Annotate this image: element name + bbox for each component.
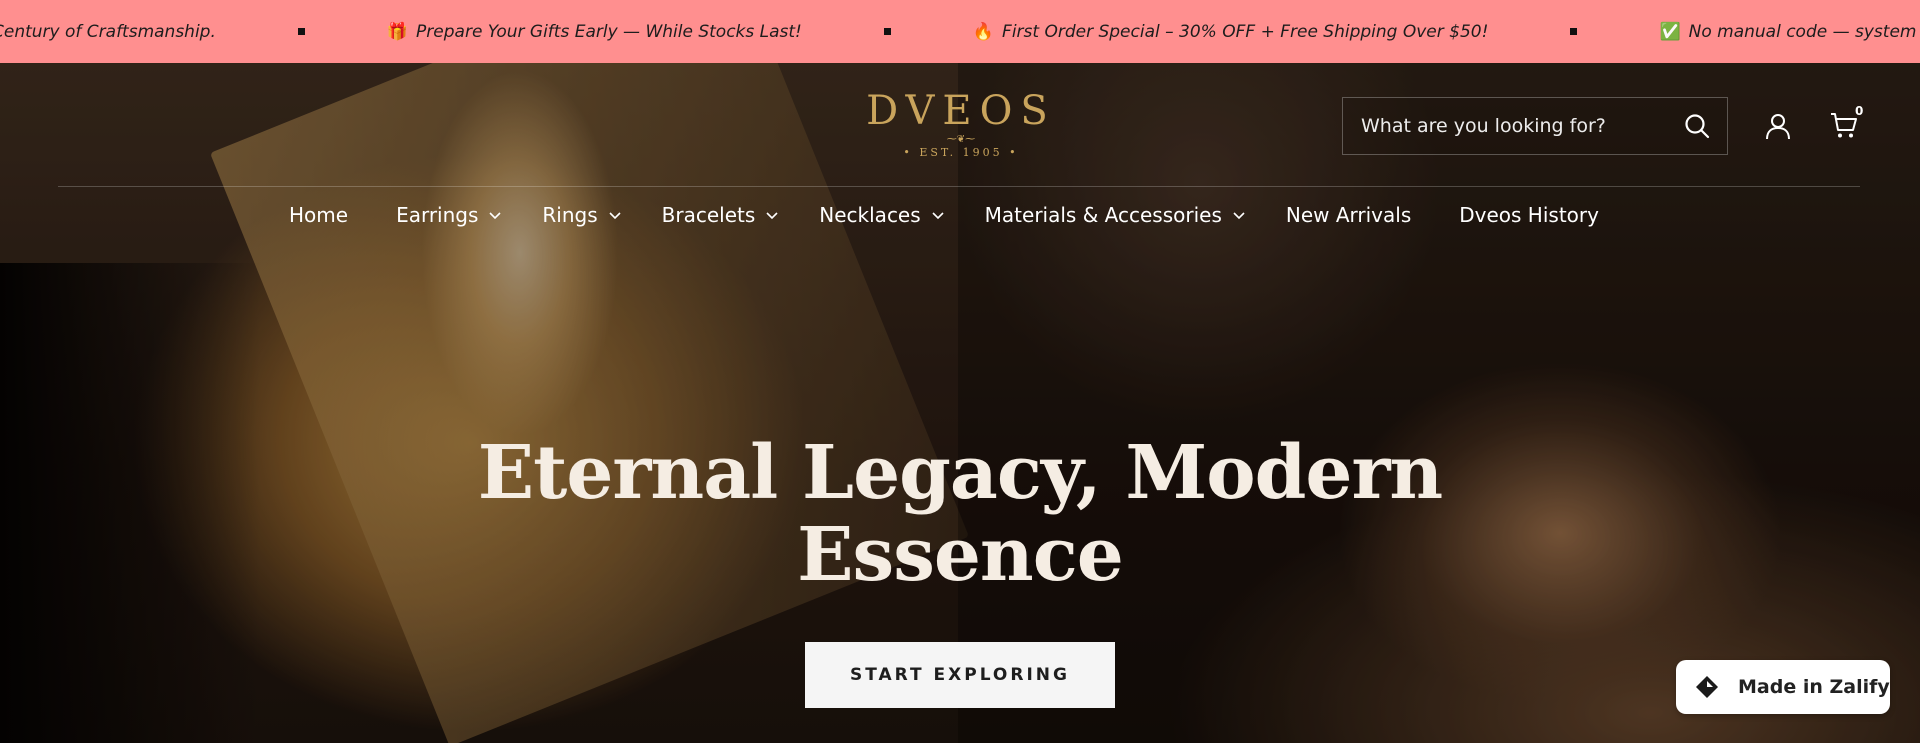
nav-item-label: Home bbox=[289, 203, 349, 227]
announcement-text: First Order Special – 30% OFF + Free Shi… bbox=[1002, 21, 1489, 42]
nav-item-bracelets[interactable]: Bracelets bbox=[662, 203, 780, 227]
announcement-item: Century of Craftsmanship. bbox=[0, 22, 216, 42]
announcement-item: 🔥 First Order Special – 30% OFF + Free S… bbox=[973, 22, 1489, 42]
nav-item-new-arrivals[interactable]: New Arrivals bbox=[1286, 203, 1411, 227]
check-icon: ✅ bbox=[1659, 21, 1681, 42]
nav-item-label: Rings bbox=[542, 203, 598, 227]
nav-item-materials-accessories[interactable]: Materials & Accessories bbox=[985, 203, 1246, 227]
hero-banner bbox=[0, 63, 1920, 743]
announcement-separator bbox=[297, 28, 305, 35]
announcement-item: ✅ No manual code — system app bbox=[1659, 22, 1920, 42]
nav-item-dveos-history[interactable]: Dveos History bbox=[1459, 203, 1599, 227]
announcement-separator bbox=[883, 28, 891, 35]
badge-label: Made in Zalify bbox=[1738, 676, 1890, 698]
account-icon[interactable] bbox=[1763, 111, 1793, 141]
chevron-down-icon bbox=[1233, 212, 1245, 220]
announcement-bar: Century of Craftsmanship. 🎁 Prepare Your… bbox=[0, 0, 1920, 63]
nav-item-rings[interactable]: Rings bbox=[542, 203, 621, 227]
nav-item-necklaces[interactable]: Necklaces bbox=[819, 203, 944, 227]
search-input[interactable] bbox=[1361, 115, 1683, 137]
nav-item-earrings[interactable]: Earrings bbox=[396, 203, 502, 227]
announcement-separator bbox=[1570, 28, 1578, 35]
main-navigation: Home Earrings Rings Bracelets Necklaces … bbox=[289, 198, 1599, 232]
made-in-zalify-badge[interactable]: Made in Zalify bbox=[1676, 660, 1890, 714]
cart-count-badge: 0 bbox=[1855, 104, 1864, 118]
search-icon[interactable] bbox=[1683, 112, 1711, 140]
chevron-down-icon bbox=[766, 212, 778, 220]
nav-item-label: Materials & Accessories bbox=[984, 203, 1222, 227]
search-box[interactable] bbox=[1342, 97, 1728, 155]
announcement-item: 🎁 Prepare Your Gifts Early — While Stock… bbox=[387, 22, 802, 42]
nav-item-label: Necklaces bbox=[819, 203, 921, 227]
nav-item-label: New Arrivals bbox=[1285, 203, 1412, 227]
zalify-logo-icon bbox=[1696, 676, 1718, 698]
announcement-text: Century of Craftsmanship. bbox=[0, 21, 216, 42]
logo-flourish: ⁓❦⁓ bbox=[946, 134, 976, 145]
logo-wordmark: DVEOS bbox=[866, 88, 1056, 134]
hero-overlay bbox=[0, 63, 1920, 743]
fire-icon: 🔥 bbox=[972, 21, 995, 42]
gift-icon: 🎁 bbox=[386, 21, 409, 42]
announcement-track: Century of Craftsmanship. 🎁 Prepare Your… bbox=[0, 0, 1920, 63]
nav-item-home[interactable]: Home bbox=[289, 203, 348, 227]
logo-established: • EST. 1905 • bbox=[903, 146, 1019, 159]
hero-headline: Eternal Legacy, Modern Essence bbox=[460, 432, 1460, 596]
nav-item-label: Bracelets bbox=[661, 203, 756, 227]
announcement-text: Prepare Your Gifts Early — While Stocks … bbox=[416, 21, 802, 42]
nav-item-label: Earrings bbox=[396, 203, 479, 227]
start-exploring-button[interactable]: START EXPLORING bbox=[805, 642, 1115, 708]
header-divider bbox=[58, 186, 1860, 187]
nav-item-label: Dveos History bbox=[1459, 203, 1599, 227]
chevron-down-icon bbox=[609, 212, 621, 220]
announcement-text: No manual code — system app bbox=[1688, 21, 1920, 42]
chevron-down-icon bbox=[932, 212, 944, 220]
hero-headline-line2: Essence bbox=[797, 512, 1124, 598]
hero-headline-line1: Eternal Legacy, Modern bbox=[477, 430, 1443, 516]
chevron-down-icon bbox=[489, 212, 501, 220]
site-logo[interactable]: DVEOS ⁓❦⁓ • EST. 1905 • bbox=[866, 88, 1056, 159]
